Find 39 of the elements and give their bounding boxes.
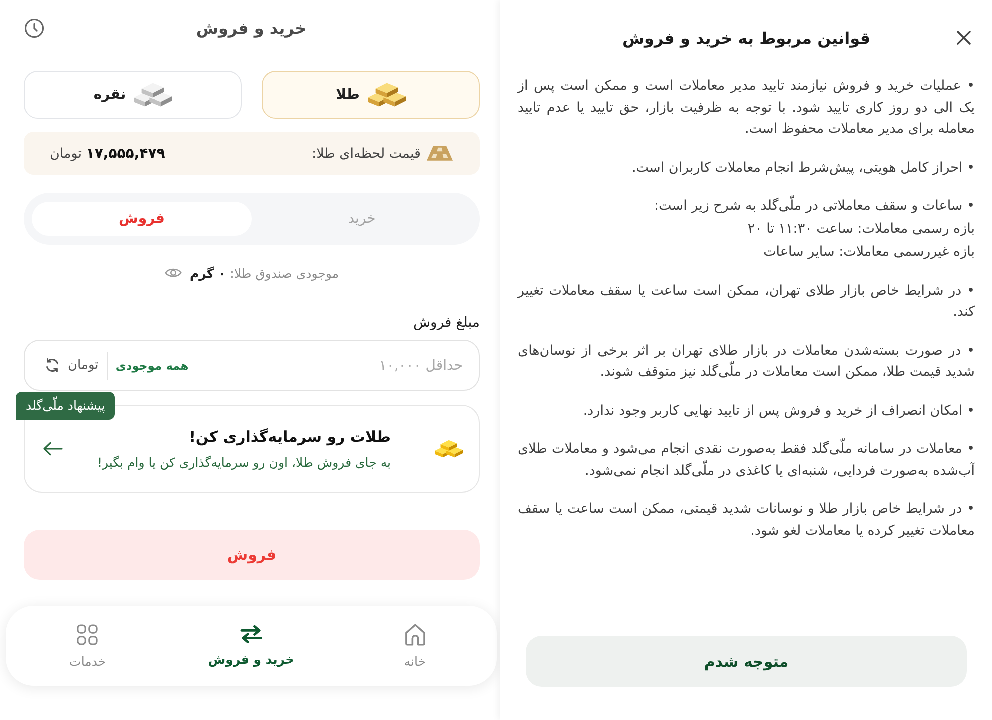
rule-detail: بازه غیررسمی معاملات: سایر ساعات: [762, 242, 975, 262]
trade-tab[interactable]: فروش: [32, 202, 252, 236]
offer-title: طلات رو سرمایه‌گذاری کن!: [188, 428, 391, 446]
fund-balance-text: موجودی صندوق طلا: ۰ گرم: [190, 266, 340, 280]
rule-text: • عملیات خرید و فروش نیازمند تایید مدیر معاملات است و ممکن است پس از یک الی دو روز کاری تایید شود. با توجه به ظرفیت بازار، حق تایید یا عدم تایید معامله برای مدیر معاملات محفوظ است.: [518, 77, 975, 139]
rule-text: • امکان انصراف از خرید و فروش پس از تایید نهایی کاربر وجود ندارد.: [582, 402, 975, 420]
price-value: ۱۷,۵۵۵,۴۷۹ تومان: [50, 146, 166, 162]
ingots-icon: [368, 83, 406, 107]
currency-unit: تومان: [68, 358, 99, 373]
rule-detail: بازه رسمی معاملات: ساعت ۱۱:۳۰ تا ۲۰: [746, 220, 975, 238]
amount-field[interactable]: حداقل ۱۰,۰۰۰ همه موجودی تومان: [24, 340, 480, 391]
all-balance-button[interactable]: همه موجودی: [116, 358, 189, 372]
refresh-icon[interactable]: [45, 358, 60, 373]
arrow-left-icon[interactable]: [43, 442, 63, 456]
ingots-icon: [435, 440, 463, 458]
nav-item[interactable]: خرید و فروش: [170, 606, 334, 686]
close-icon[interactable]: [957, 31, 971, 45]
acknowledge-button[interactable]: متوجه شدم: [526, 636, 967, 687]
rule-text: • معاملات در سامانه ملّی‌گلد فقط به‌صورت نقدی انجام می‌شود و معاملات طلای آب‌شده به‌صورت فردایی، شنبه‌ای یا کاغذی در ملّی‌گلد انجام نمی‌شود.: [518, 439, 975, 482]
swap-arrows-icon: [239, 625, 264, 644]
rule-text: • احراز کامل هویتی، پیش‌شرط انجام معاملات کاربران است.: [630, 158, 975, 178]
history-clock-icon[interactable]: [24, 18, 45, 38]
rule-text: • در شرایط خاص بازار طلای تهران، ممکن است ساعت یا سقف معاملات تغییر کند.: [518, 282, 975, 322]
drawer-title: قوانین مربوط به خرید و فروش: [622, 28, 871, 48]
rule-text: • ساعات و سقف معاملاتی در ملّی‌گلد به شرح زیر است:: [518, 196, 975, 218]
metal-tab[interactable]: طلا: [262, 71, 480, 119]
ingots-icon: [134, 83, 172, 107]
amount-label: مبلغ فروش: [412, 314, 480, 333]
page-title: خرید و فروش: [196, 18, 307, 38]
offer-subtitle: به جای فروش طلا، اون رو سرمایه‌گذاری کن یا وام بگیر!: [96, 455, 391, 470]
price-label: قیمت لحظه‌ای طلا:: [312, 146, 421, 162]
home-icon: [404, 624, 426, 646]
eye-icon[interactable]: [164, 267, 182, 279]
rule-text: • در صورت بسته‌شدن معاملات در بازار طلای تهران بر اثر برخی از نوسان‌های شدید قیمت طلا، ممکن است معاملات در ملّی‌گلد نیز متوقف شوند.: [518, 342, 975, 382]
metal-tab[interactable]: نقره: [24, 71, 242, 119]
ingot-pile-icon: [427, 145, 453, 162]
rule-text: • در شرایط خاص بازار طلا و نوسانات شدید قیمتی، ممکن است ساعت یا سقف معاملات تغییر کرده یا معاملات لغو شود.: [518, 500, 975, 540]
grid-icon: [77, 624, 98, 646]
offer-badge: پیشنهاد ملّی‌گلد: [16, 392, 116, 420]
